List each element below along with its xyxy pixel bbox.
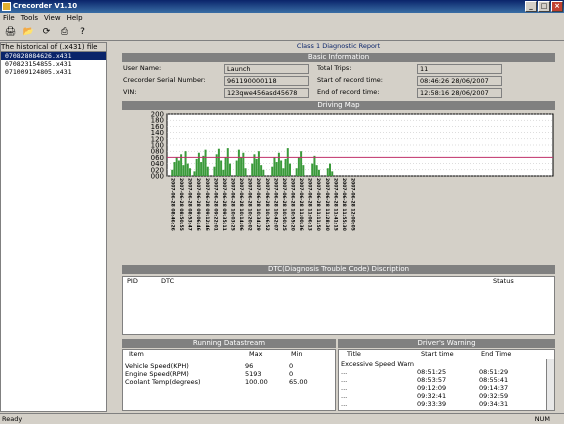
- x-tick-label: 2007-06-28 10:50:25: [281, 178, 287, 231]
- menu-bar: File Tools View Help: [0, 13, 564, 24]
- x-tick-label: 2007-06-28 10:55:20: [290, 178, 296, 231]
- open-folder-icon[interactable]: 📂: [22, 26, 35, 39]
- x-tick-label: 2007-06-28 11:28:30: [324, 178, 330, 231]
- dtc-col-pid: PID: [127, 277, 138, 285]
- x-tick-label: 2007-06-28 09:12:46: [204, 178, 210, 231]
- x-tick-label: 2007-06-28 08:46:26: [170, 178, 176, 231]
- serial-value: 961190000118: [224, 76, 309, 86]
- driving-map-header: Driving Map: [122, 101, 555, 110]
- x-tick-label: 2007-06-28 08:50:55: [178, 178, 184, 231]
- table-row: Vehicle Speed(KPH) 96 0: [125, 362, 294, 370]
- datastream-table: Item Max Min Vehicle Speed(KPH) 96 0 Engin…: [122, 349, 336, 411]
- ds-col-min: Min: [291, 350, 303, 358]
- dtc-header: DTC(Diagnosis Trouble Code) Discription: [122, 265, 555, 274]
- menu-file[interactable]: File: [0, 13, 18, 24]
- vin-value: 123qwe456asd45678: [224, 88, 309, 98]
- x-tick-label: 2007-06-28 10:20:02: [247, 178, 253, 231]
- x-tick-label: 2007-06-28 10:36:52: [264, 178, 270, 231]
- status-bar: Ready NUM: [0, 413, 564, 423]
- y-tick-label: 000: [151, 173, 164, 181]
- driving-map-chart: 2001801601401201000800600400200002007-06…: [151, 111, 554, 231]
- table-row: ... 09:12:09 09:14:37: [341, 384, 509, 392]
- end-time-label: End of record time:: [317, 88, 380, 96]
- x-tick-label: 2007-06-28 10:03:25: [230, 178, 236, 231]
- table-row: Excessive Speed Warn: [341, 360, 415, 368]
- start-time-value: 08:46:26 28/06/2007: [417, 76, 502, 86]
- warn-col-title: Title: [347, 350, 361, 358]
- user-value: Launch: [224, 64, 309, 74]
- ds-col-max: Max: [249, 350, 263, 358]
- print-icon[interactable]: 🖨: [4, 26, 17, 39]
- table-row: Coolant Temp(degrees) 100.00 65.00: [125, 378, 308, 386]
- x-tick-label: 2007-06-28 09:22:01: [212, 178, 218, 231]
- dtc-table: PID DTC Status: [122, 276, 555, 335]
- file-item[interactable]: 070828084626.x431: [1, 52, 106, 60]
- dtc-col-status: Status: [493, 277, 514, 285]
- serial-label: Crecorder Serial Number:: [123, 76, 206, 84]
- x-tick-label: 2007-06-28 11:06:13: [307, 178, 313, 231]
- vin-label: VIN:: [123, 88, 137, 96]
- x-tick-label: 2007-06-28 10:42:07: [272, 178, 278, 231]
- x-tick-label: 2007-06-28 12:00:05: [350, 178, 356, 231]
- warning-table: Title Start time End Time Excessive Spee…: [338, 349, 555, 411]
- user-label: User Name:: [123, 64, 162, 72]
- file-list-header: The historical of (.x431) file: [1, 43, 106, 52]
- window-title: Crecorder V1.10: [13, 2, 78, 10]
- x-tick-label: 2007-06-28 09:35:11: [221, 178, 227, 231]
- x-tick-label: 2007-06-28 09:06:46: [195, 178, 201, 231]
- toolbar: 🖨 📂 ⟳ ⎙ ?: [0, 24, 564, 41]
- x-tick-label: 2007-06-28 11:00:36: [298, 178, 304, 231]
- x-tick-label: 2007-06-28 11:11:50: [315, 178, 321, 231]
- maximize-button[interactable]: □: [538, 1, 550, 12]
- dtc-col-dtc: DTC: [161, 277, 175, 285]
- trips-value: 11: [417, 64, 502, 74]
- minimize-button[interactable]: _: [525, 1, 537, 12]
- basic-info-header: Basic Information: [122, 53, 555, 62]
- menu-view[interactable]: View: [41, 13, 64, 24]
- end-time-value: 12:58:16 28/06/2007: [417, 88, 502, 98]
- status-text: Ready: [2, 415, 23, 423]
- table-row: ... 08:53:57 08:55:41: [341, 376, 509, 384]
- report-title: Class 1 Diagnostic Report: [296, 42, 381, 50]
- app-icon: [2, 2, 11, 11]
- trips-label: Total Trips:: [317, 64, 352, 72]
- x-tick-label: 2007-06-28 08:53:47: [187, 178, 193, 231]
- refresh-icon[interactable]: ⟳: [40, 26, 53, 39]
- x-tick-label: 2007-06-28 11:55:30: [341, 178, 347, 231]
- start-time-label: Start of record time:: [317, 76, 383, 84]
- warning-scrollbar[interactable]: [546, 359, 554, 410]
- file-item[interactable]: 070823154855.x431: [1, 60, 106, 68]
- ds-col-item: Item: [129, 350, 144, 358]
- title-bar: Crecorder V1.10 _ □ ×: [0, 0, 564, 13]
- x-tick-label: 2007-06-28 10:34:29: [255, 178, 261, 231]
- warning-header: Driver's Warning: [338, 339, 555, 348]
- file-item[interactable]: 071009124805.x431: [1, 68, 106, 76]
- table-row: ... 09:32:41 09:32:59: [341, 392, 509, 400]
- x-tick-label: 2007-06-28 11:41:15: [332, 178, 338, 231]
- table-row: Engine Speed(RPM) 5193 0: [125, 370, 294, 378]
- help-icon[interactable]: ?: [76, 26, 89, 39]
- menu-tools[interactable]: Tools: [18, 13, 41, 24]
- file-list-panel: The historical of (.x431) file 070828084…: [0, 42, 107, 412]
- table-row: ... 09:33:39 09:34:31: [341, 400, 509, 408]
- warn-col-start: Start time: [421, 350, 454, 358]
- app-window: Crecorder V1.10 _ □ × File Tools View Help …: [0, 0, 564, 423]
- report-panel: Class 1 Diagnostic Report Basic Informat…: [120, 42, 557, 412]
- datastream-header: Running Datastream: [122, 339, 336, 348]
- menu-help[interactable]: Help: [64, 13, 86, 24]
- table-row: ... 08:51:25 08:51:29: [341, 368, 509, 376]
- warn-col-end: End Time: [481, 350, 512, 358]
- close-button[interactable]: ×: [551, 1, 563, 12]
- printer-icon[interactable]: ⎙: [58, 26, 71, 39]
- x-tick-label: 2007-06-28 10:14:06: [238, 178, 244, 231]
